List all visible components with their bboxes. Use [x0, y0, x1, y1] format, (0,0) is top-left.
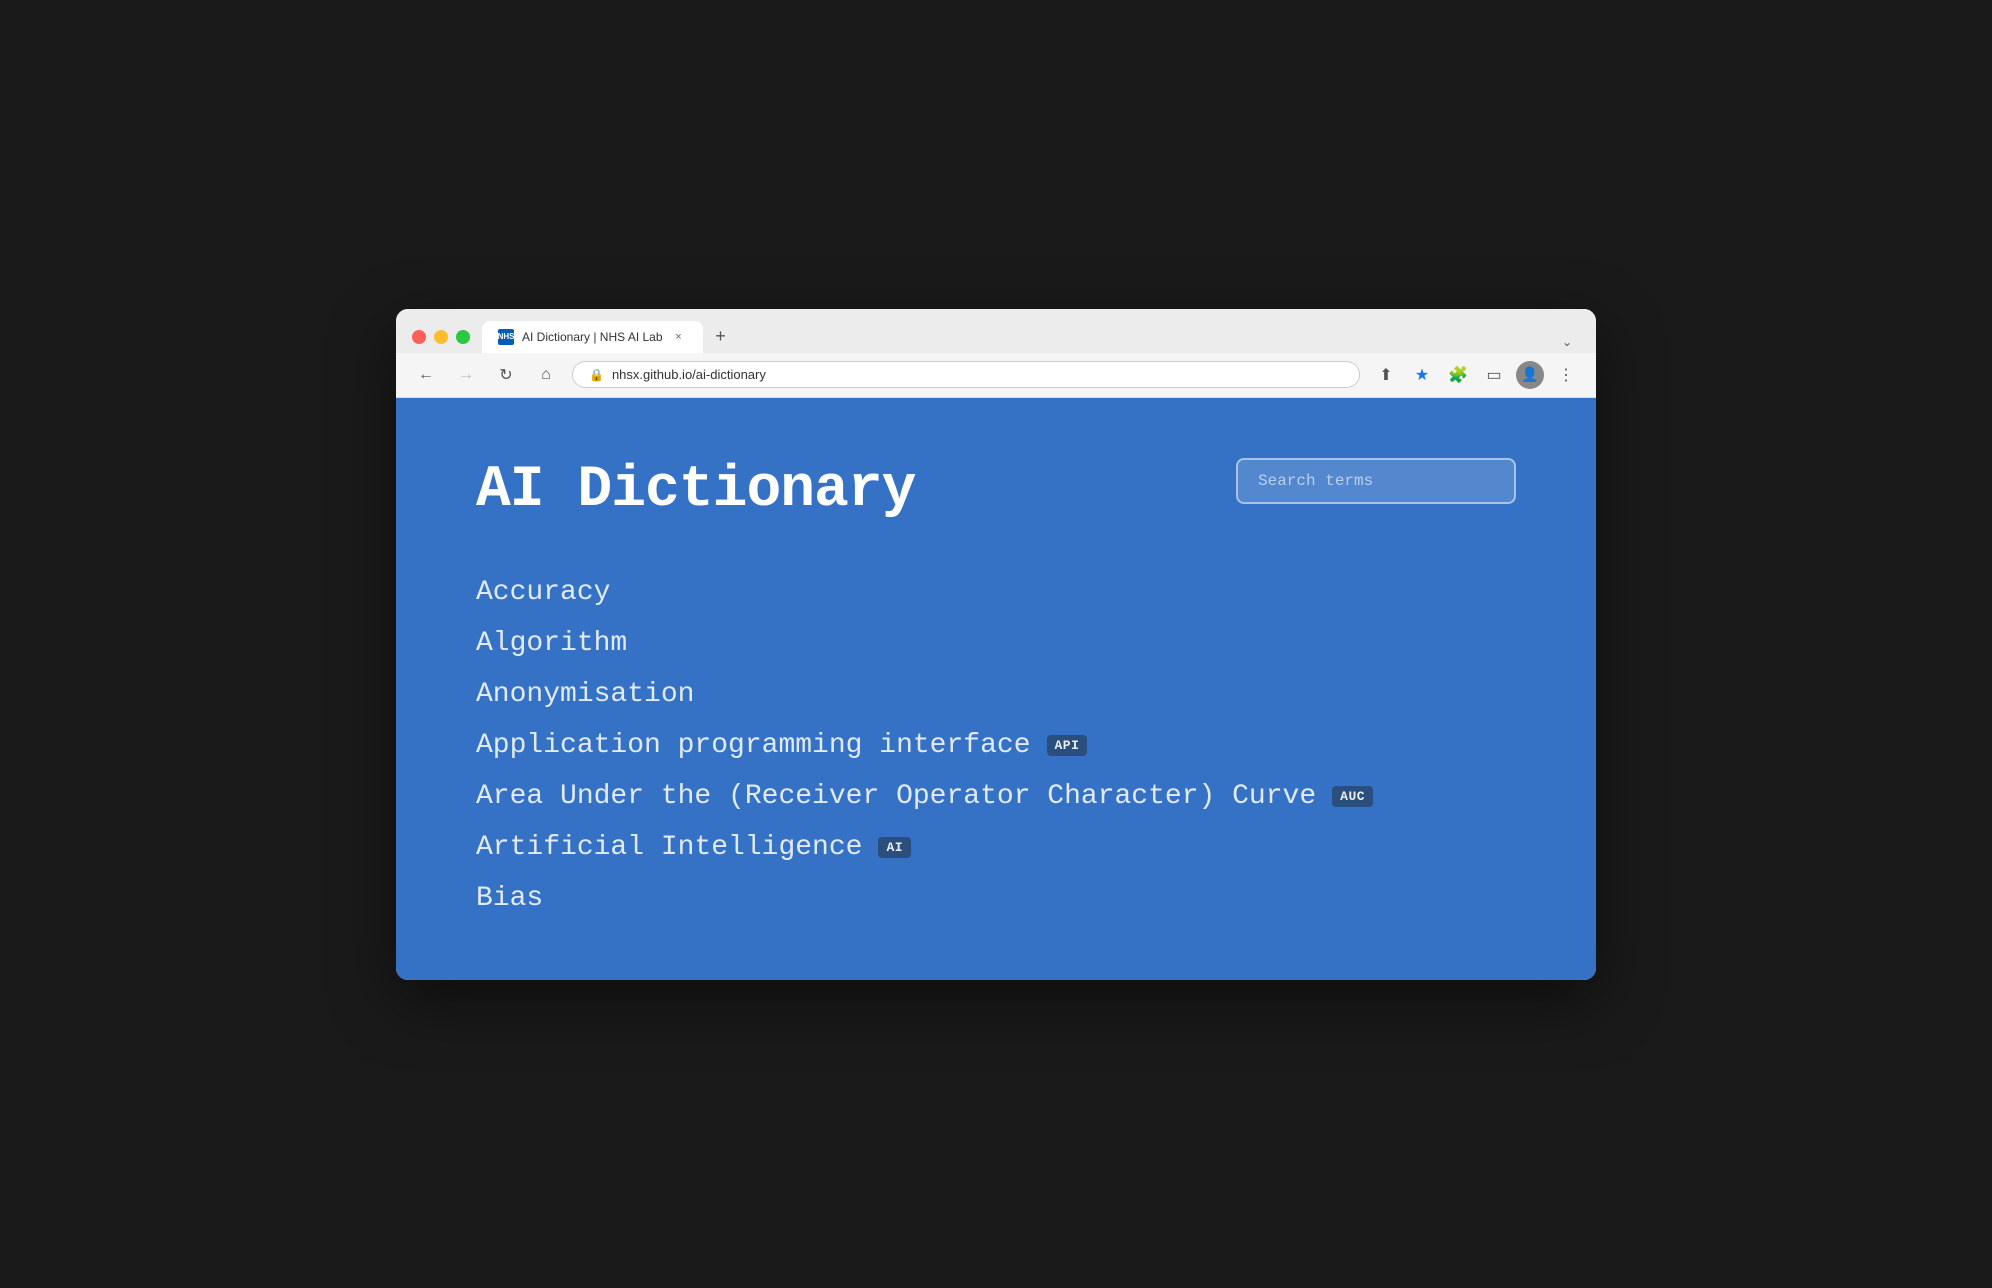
reload-button[interactable]: ↻ [492, 361, 520, 389]
address-bar[interactable]: 🔒 nhsx.github.io/ai-dictionary [572, 361, 1360, 388]
maximize-window-button[interactable] [456, 330, 470, 344]
list-item[interactable]: Area Under the (Receiver Operator Charac… [476, 775, 1516, 818]
list-item[interactable]: Accuracy [476, 571, 1516, 614]
term-badge: AI [878, 837, 911, 858]
new-tab-button[interactable]: + [707, 323, 735, 351]
bookmark-button[interactable]: ★ [1408, 361, 1436, 389]
menu-button[interactable]: ⋮ [1552, 361, 1580, 389]
active-tab[interactable]: NHS AI Dictionary | NHS AI Lab × [482, 321, 703, 353]
page-content: AI Dictionary Accuracy Algorithm Anonymisa… [396, 398, 1596, 980]
nav-actions: ⬆ ★ 🧩 ▭ 👤 ⋮ [1372, 361, 1580, 389]
list-item[interactable]: Algorithm [476, 622, 1516, 665]
close-window-button[interactable] [412, 330, 426, 344]
term-label: Area Under the (Receiver Operator Charac… [476, 781, 1316, 812]
term-label: Anonymisation [476, 679, 694, 710]
search-input[interactable] [1236, 458, 1516, 504]
forward-button[interactable]: → [452, 361, 480, 389]
term-label: Artificial Intelligence [476, 832, 862, 863]
tab-close-button[interactable]: × [671, 329, 687, 345]
share-button[interactable]: ⬆ [1372, 361, 1400, 389]
list-item[interactable]: Anonymisation [476, 673, 1516, 716]
tabs-dropdown-button[interactable]: ⌄ [1554, 331, 1580, 353]
extensions-button[interactable]: 🧩 [1444, 361, 1472, 389]
tabs-area: NHS AI Dictionary | NHS AI Lab × + ⌄ [482, 321, 1580, 353]
list-item[interactable]: Bias [476, 877, 1516, 920]
title-bar: NHS AI Dictionary | NHS AI Lab × + ⌄ [396, 309, 1596, 353]
browser-window: NHS AI Dictionary | NHS AI Lab × + ⌄ ← →… [396, 309, 1596, 980]
traffic-lights [412, 330, 470, 344]
tab-title: AI Dictionary | NHS AI Lab [522, 330, 663, 344]
term-badge: AUC [1332, 786, 1373, 807]
term-badge: API [1047, 735, 1088, 756]
sidebar-button[interactable]: ▭ [1480, 361, 1508, 389]
terms-list: Accuracy Algorithm Anonymisation Applicatio… [476, 571, 1516, 920]
term-label: Algorithm [476, 628, 627, 659]
term-label: Application programming interface [476, 730, 1031, 761]
home-button[interactable]: ⌂ [532, 361, 560, 389]
url-text: nhsx.github.io/ai-dictionary [612, 367, 1343, 382]
minimize-window-button[interactable] [434, 330, 448, 344]
avatar[interactable]: 👤 [1516, 361, 1544, 389]
list-item[interactable]: Application programming interface API [476, 724, 1516, 767]
lock-icon: 🔒 [589, 368, 604, 382]
tab-favicon: NHS [498, 329, 514, 345]
list-item[interactable]: Artificial Intelligence AI [476, 826, 1516, 869]
back-button[interactable]: ← [412, 361, 440, 389]
page-header: AI Dictionary [476, 458, 1516, 523]
page-title: AI Dictionary [476, 458, 915, 523]
nav-bar: ← → ↻ ⌂ 🔒 nhsx.github.io/ai-dictionary ⬆… [396, 353, 1596, 398]
term-label: Accuracy [476, 577, 610, 608]
term-label: Bias [476, 883, 543, 914]
